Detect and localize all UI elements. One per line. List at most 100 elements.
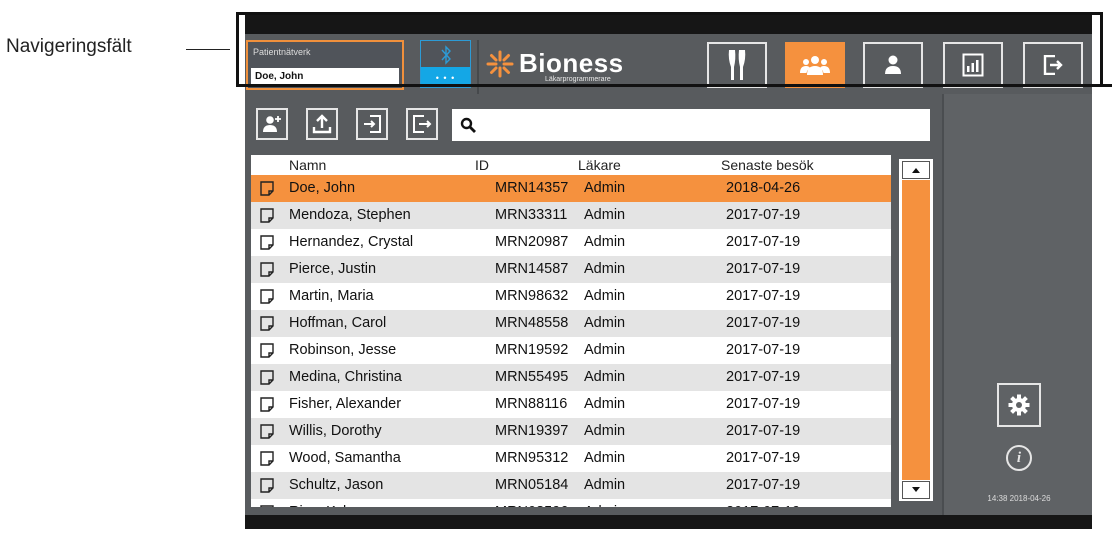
exit-icon <box>1043 55 1063 75</box>
document-icon <box>260 208 274 223</box>
cell-id: MRN14357 <box>495 180 569 196</box>
nav-button-report[interactable] <box>943 42 1003 88</box>
table-row[interactable]: Hoffman, Carol MRN48558 Admin 2017-07-19 <box>251 310 891 337</box>
bluetooth-button[interactable]: • • • <box>420 40 471 88</box>
cell-doctor: Admin <box>584 315 626 331</box>
search-input[interactable] <box>480 113 924 139</box>
cell-name: Doe, John <box>289 180 356 196</box>
patient-network-box[interactable]: Patientnätverk Doe, John <box>246 40 404 90</box>
bluetooth-icon <box>441 45 451 65</box>
table-row[interactable]: Schultz, Jason MRN05184 Admin 2017-07-19 <box>251 472 891 499</box>
cell-id: MRN88116 <box>495 396 568 412</box>
cell-last-visit: 2017-07-19 <box>726 342 801 358</box>
cell-last-visit: 2017-07-19 <box>726 261 801 277</box>
cell-last-visit: 2017-07-19 <box>726 234 801 250</box>
cell-doctor: Admin <box>584 369 626 385</box>
info-button[interactable]: i <box>1006 445 1032 471</box>
cell-last-visit: 2017-07-19 <box>726 369 801 385</box>
arrow-down-icon <box>912 487 920 492</box>
document-icon <box>260 478 274 493</box>
callout-line <box>186 49 230 50</box>
bottom-bezel <box>245 515 1092 529</box>
cell-name: Hoffman, Carol <box>289 315 387 331</box>
cell-id: MRN98632 <box>495 288 569 304</box>
bluetooth-status: • • • <box>421 67 470 87</box>
scrollbar[interactable] <box>899 159 933 501</box>
legs-icon <box>728 50 746 80</box>
cell-name: Schultz, Jason <box>289 477 384 493</box>
import-icon <box>364 115 381 133</box>
document-icon <box>260 505 274 507</box>
document-icon <box>260 235 274 250</box>
table-row[interactable]: Martin, Maria MRN98632 Admin 2017-07-19 <box>251 283 891 310</box>
table-row[interactable]: Pierce, Justin MRN14587 Admin 2017-07-19 <box>251 256 891 283</box>
nav-button-exit[interactable] <box>1023 42 1083 88</box>
cell-doctor: Admin <box>584 477 626 493</box>
logo-subtitle: Läkarprogrammerare <box>545 76 611 83</box>
cell-doctor: Admin <box>584 261 626 277</box>
scroll-up-button[interactable] <box>902 161 930 179</box>
bioness-logo-icon <box>486 50 514 78</box>
import-button[interactable] <box>356 108 388 140</box>
settings-button[interactable] <box>997 383 1041 427</box>
scroll-thumb[interactable] <box>902 180 930 480</box>
report-icon <box>962 53 984 77</box>
nav-button-person[interactable] <box>863 42 923 88</box>
app-window: Patientnätverk Doe, John • • • Bioness L… <box>245 12 1092 529</box>
table-row[interactable]: Doe, John MRN14357 Admin 2018-04-26 <box>251 175 891 202</box>
document-icon <box>260 451 274 466</box>
cell-last-visit: 2017-07-19 <box>726 450 801 466</box>
table-row[interactable]: Mendoza, Stephen MRN33311 Admin 2017-07-19 <box>251 202 891 229</box>
table-header: Namn ID Läkare Senaste besök <box>251 155 891 175</box>
upload-button[interactable] <box>306 108 338 140</box>
table-row[interactable]: Robinson, Jesse MRN19592 Admin 2017-07-19 <box>251 337 891 364</box>
nav-button-patients[interactable] <box>785 42 845 88</box>
column-header-last-visit[interactable]: Senaste besök <box>721 157 814 173</box>
patient-list-panel: Namn ID Läkare Senaste besök Doe, John MR… <box>245 94 942 515</box>
nav-button-legs[interactable] <box>707 42 767 88</box>
table-row[interactable]: Wood, Samantha MRN95312 Admin 2017-07-19 <box>251 445 891 472</box>
scroll-down-button[interactable] <box>902 481 930 499</box>
person-icon <box>885 55 901 74</box>
table-row[interactable]: Willis, Dorothy MRN19397 Admin 2017-07-19 <box>251 418 891 445</box>
cell-last-visit: 2017-07-19 <box>726 477 801 493</box>
cell-last-visit: 2017-07-19 <box>726 504 800 507</box>
cell-id: MRN08596 <box>495 504 568 507</box>
cell-id: MRN14587 <box>495 261 569 277</box>
cell-last-visit: 2018-04-26 <box>726 180 801 196</box>
cell-name: Pierce, Justin <box>289 261 377 277</box>
cell-name: Wood, Samantha <box>289 450 401 466</box>
current-patient-name[interactable]: Doe, John <box>251 68 399 86</box>
document-icon <box>260 424 274 439</box>
right-sidebar: i 14:38 2018-04-26 <box>942 94 1092 515</box>
search-box[interactable] <box>452 109 930 141</box>
add-patient-icon <box>263 116 281 132</box>
cell-doctor: Admin <box>584 207 626 223</box>
table-row[interactable]: Hernandez, Crystal MRN20987 Admin 2017-07-1… <box>251 229 891 256</box>
column-header-name[interactable]: Namn <box>289 157 326 173</box>
table-row[interactable]: Rice, Kyle MRN08596 Admin 2017-07-19 <box>251 499 891 507</box>
cell-doctor: Admin <box>584 342 626 358</box>
document-icon <box>260 181 274 196</box>
arrow-up-icon <box>912 168 920 173</box>
cell-doctor: Admin <box>584 180 626 196</box>
cell-doctor: Admin <box>584 396 626 412</box>
export-button[interactable] <box>406 108 438 140</box>
add-patient-button[interactable] <box>256 108 288 140</box>
cell-last-visit: 2017-07-19 <box>726 315 801 331</box>
cell-last-visit: 2017-07-19 <box>726 288 801 304</box>
table-row[interactable]: Medina, Christina MRN55495 Admin 2017-07-19 <box>251 364 891 391</box>
column-header-id[interactable]: ID <box>475 157 489 173</box>
export-icon <box>413 115 432 133</box>
cell-id: MRN19592 <box>495 342 569 358</box>
top-bezel <box>245 12 1092 34</box>
cell-id: MRN19397 <box>495 423 569 439</box>
cell-name: Rice, Kyle <box>289 504 354 507</box>
cell-name: Medina, Christina <box>289 369 402 385</box>
column-header-doctor[interactable]: Läkare <box>578 157 621 173</box>
cell-last-visit: 2017-07-19 <box>726 396 801 412</box>
table-row[interactable]: Fisher, Alexander MRN88116 Admin 2017-07-19 <box>251 391 891 418</box>
document-icon <box>260 262 274 277</box>
patient-table: Namn ID Läkare Senaste besök Doe, John MR… <box>251 155 891 507</box>
document-icon <box>260 397 274 412</box>
